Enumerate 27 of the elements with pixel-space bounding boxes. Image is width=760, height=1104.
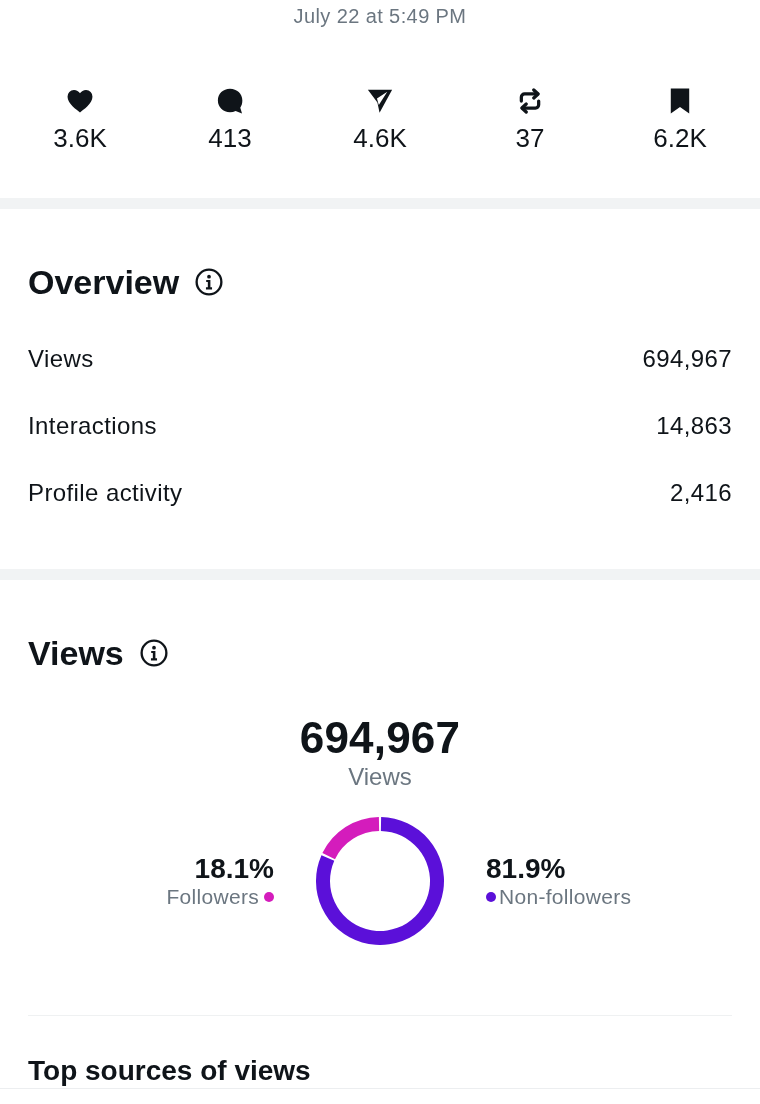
engagement-count: 6.2K: [653, 122, 707, 154]
info-icon[interactable]: [195, 268, 224, 296]
section-title: Views: [28, 633, 124, 673]
engagement-count: 37: [515, 122, 545, 154]
section-title: Overview: [28, 262, 180, 302]
info-icon[interactable]: [139, 639, 168, 667]
metric-value: 14,863: [656, 410, 732, 441]
metric-label: Views: [28, 343, 94, 374]
timestamp-text: July 22 at 5:49 PM: [293, 4, 467, 28]
speech-bubble-icon: [217, 88, 243, 114]
legend-label: Non-followers: [499, 883, 632, 910]
total-views-number: 694,967: [299, 713, 461, 763]
engagement-count: 4.6K: [353, 122, 407, 154]
engagement-count: 3.6K: [53, 122, 107, 154]
legend-percent: 81.9%: [486, 852, 566, 884]
paper-plane-icon: [367, 88, 393, 114]
legend-label: Followers: [166, 883, 259, 910]
section-title: Top sources of views: [28, 1054, 312, 1088]
legend-percent: 18.1%: [194, 852, 274, 884]
metric-label: Interactions: [28, 410, 157, 441]
metric-label: Profile activity: [28, 477, 183, 508]
total-views-label: Views: [348, 763, 412, 791]
repost-icon: [517, 88, 543, 114]
heart-icon: [67, 88, 93, 114]
engagement-count: 413: [208, 122, 252, 154]
metric-value: 2,416: [669, 477, 732, 508]
metric-value: 694,967: [642, 343, 732, 374]
